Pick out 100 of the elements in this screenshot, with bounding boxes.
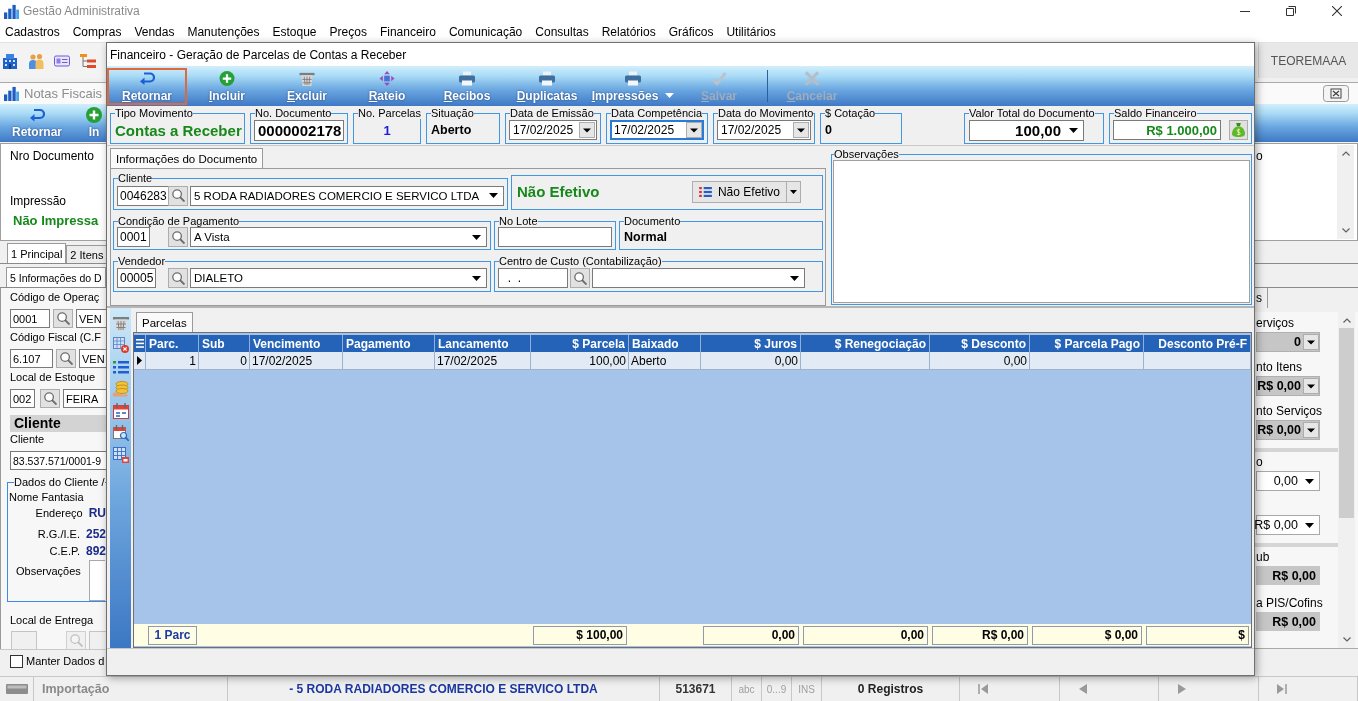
tab[interactable]: Parcelas: [136, 312, 193, 332]
menu-item[interactable]: Vendas: [134, 25, 175, 39]
tab[interactable]: 5 Informações do D: [6, 267, 106, 287]
search-button[interactable]: [56, 349, 76, 368]
tab[interactable]: Informações do Documento: [110, 148, 264, 168]
column-header[interactable]: Desconto Pré-F: [1144, 335, 1251, 352]
dropdown[interactable]: [592, 268, 805, 288]
menu-item[interactable]: Manutenções: [187, 25, 260, 39]
bar-chart-icon: [4, 86, 19, 101]
search-icon: [171, 230, 185, 244]
description-field[interactable]: VEN: [79, 349, 107, 368]
amount-dropdown[interactable]: 100,00: [969, 119, 1084, 141]
dropdown[interactable]: R$ 0,00: [1256, 376, 1320, 396]
search-button[interactable]: [168, 185, 188, 206]
notes-field[interactable]: [89, 560, 105, 601]
plus-circle-icon: [86, 107, 102, 123]
code-field[interactable]: . .: [498, 268, 568, 288]
menu-item[interactable]: Gráficos: [668, 25, 714, 39]
scrollbar[interactable]: [1338, 312, 1355, 648]
column-header[interactable]: [134, 335, 146, 352]
date-field[interactable]: 17/02/2025: [717, 120, 811, 140]
list-icon[interactable]: [112, 359, 129, 375]
dropdown[interactable]: R$ 0,00: [1256, 515, 1320, 535]
code-field[interactable]: 0001: [117, 227, 150, 247]
field-label: Impressão: [10, 194, 67, 208]
grid-x-icon[interactable]: [112, 337, 129, 353]
people-icon[interactable]: [28, 52, 44, 69]
close-icon[interactable]: [1323, 85, 1349, 102]
menu-item[interactable]: Comunicação: [448, 25, 523, 39]
status-button[interactable]: Não Efetivo: [691, 180, 787, 203]
column-header[interactable]: Vencimento: [250, 335, 343, 352]
scrollbar-thumb[interactable]: [1339, 328, 1354, 518]
dropdown[interactable]: 0: [1256, 332, 1320, 352]
search-button[interactable]: [168, 268, 188, 288]
menu-item[interactable]: Utilitários: [726, 25, 776, 39]
code-field[interactable]: 6.107: [10, 349, 53, 368]
total-cell: R$ 0,00: [932, 625, 1028, 645]
column-header[interactable]: $ Parcela: [531, 335, 629, 352]
code-field[interactable]: 00005: [117, 268, 157, 288]
dropdown-button[interactable]: [787, 180, 801, 203]
description-field[interactable]: VEN: [76, 309, 106, 328]
document-number-field[interactable]: 0000002178: [254, 119, 344, 141]
calendar-search-icon[interactable]: [112, 425, 129, 441]
date-field[interactable]: 17/02/2025: [509, 120, 597, 140]
restore-icon[interactable]: [1286, 6, 1296, 16]
menu-item[interactable]: Cadastros: [5, 25, 60, 39]
total-cell: $ 0,00: [1032, 625, 1142, 645]
field-label: No Lote: [499, 215, 538, 227]
scrollbar[interactable]: [1337, 145, 1354, 239]
column-header[interactable]: $ Parcela Pago: [1030, 335, 1144, 352]
menu-item[interactable]: Compras: [72, 25, 122, 39]
column-header[interactable]: Lancamento: [435, 335, 531, 352]
column-header[interactable]: $ Renegociação: [801, 335, 930, 352]
minimize-icon[interactable]: [1240, 10, 1250, 12]
column-header[interactable]: Pagamento: [343, 335, 435, 352]
client-id-field[interactable]: 83.537.571/0001-9: [10, 451, 107, 470]
row-selector[interactable]: [134, 352, 146, 370]
code-field[interactable]: 0001: [10, 309, 50, 328]
column-header[interactable]: Baixado: [629, 335, 701, 352]
search-button[interactable]: [53, 309, 73, 328]
table-cell: 0: [199, 352, 250, 370]
calendar-icon[interactable]: [112, 403, 129, 419]
close-icon[interactable]: [1332, 6, 1342, 16]
dropdown[interactable]: A Vista: [190, 227, 487, 247]
search-button[interactable]: [168, 227, 188, 247]
dropdown[interactable]: 5 RODA RADIADORES COMERCIO E SERVICO LTDA: [190, 185, 504, 206]
column-header[interactable]: Parc.: [146, 335, 199, 352]
table-cell: 100,00: [531, 352, 629, 370]
code-field[interactable]: 002: [10, 389, 35, 408]
column-header[interactable]: $ Juros: [701, 335, 801, 352]
column-header[interactable]: $ Desconto: [930, 335, 1030, 352]
skip-start-icon: [978, 684, 988, 694]
balance-button[interactable]: [1229, 120, 1248, 140]
code-field[interactable]: 0046283: [117, 185, 170, 206]
tab[interactable]: 1 Principal: [7, 243, 67, 263]
grid-icon[interactable]: [112, 447, 129, 463]
dropdown[interactable]: 0,00: [1256, 471, 1320, 491]
tab[interactable]: 2 Itens: [66, 245, 108, 263]
org-chart-icon[interactable]: [80, 52, 96, 69]
menu-item[interactable]: Preços: [329, 25, 367, 39]
field-label: Documento: [624, 215, 681, 227]
dropdown[interactable]: R$ 0,00: [1256, 420, 1320, 440]
menu-item[interactable]: Estoque: [272, 25, 317, 39]
date-field[interactable]: 17/02/2025: [610, 120, 704, 140]
trash-icon[interactable]: [112, 315, 129, 331]
search-button[interactable]: [40, 389, 60, 408]
building-icon[interactable]: [2, 52, 18, 69]
dropdown[interactable]: DIALETO: [190, 268, 487, 288]
menu-item[interactable]: Relatórios: [601, 25, 656, 39]
input-field[interactable]: [498, 227, 612, 247]
checkbox[interactable]: [10, 654, 23, 668]
column-header[interactable]: Sub: [199, 335, 250, 352]
id-card-icon[interactable]: [54, 52, 70, 69]
search-button[interactable]: [570, 268, 590, 288]
table-cell: 17/02/2025: [250, 352, 343, 370]
menu-item[interactable]: Consultas: [535, 25, 589, 39]
menu-item[interactable]: Financeiro: [379, 25, 436, 39]
field-label: No. Documento: [255, 107, 332, 119]
description-field[interactable]: FEIRA: [63, 389, 106, 408]
field-value: RU: [88, 505, 106, 520]
